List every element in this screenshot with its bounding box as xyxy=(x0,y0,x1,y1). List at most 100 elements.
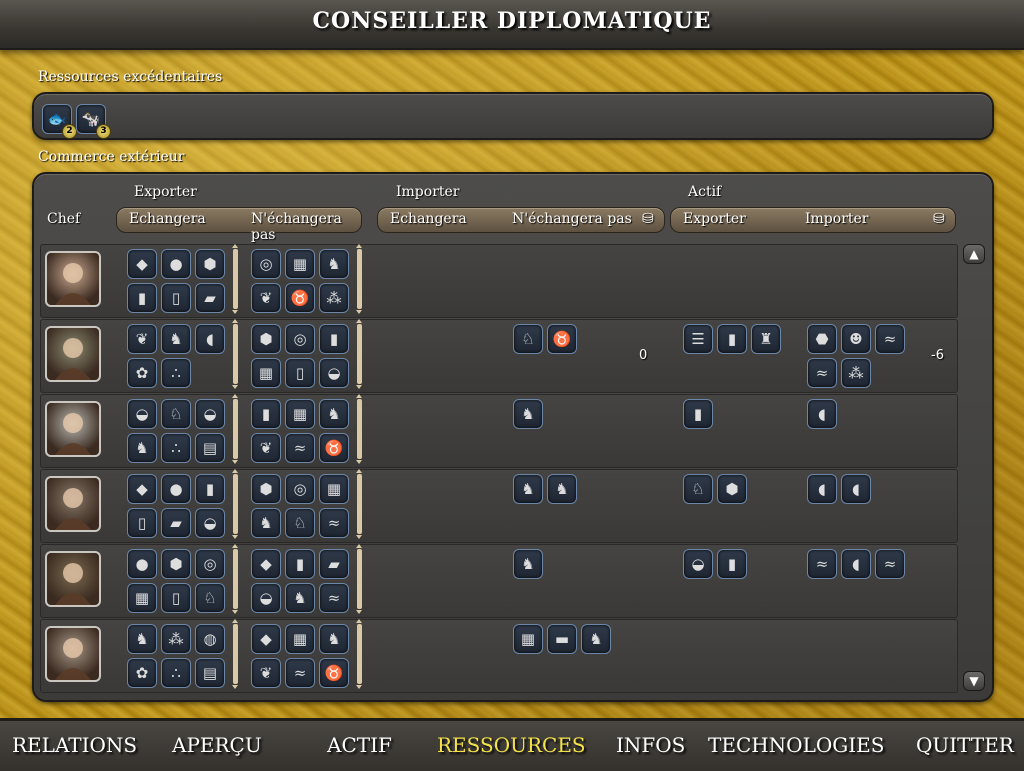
fish-icon[interactable]: 🐟 2 xyxy=(42,104,77,139)
wine-icon[interactable]: ♜ xyxy=(751,324,781,354)
import-column-header[interactable]: Echangera N'échangera pas ⛁ xyxy=(377,207,665,233)
horse-icon[interactable]: ♞ xyxy=(581,624,611,654)
dye-icon[interactable]: ✿ xyxy=(127,658,157,688)
lead-icon[interactable]: ▮ xyxy=(319,324,349,354)
oysters-icon[interactable]: ◒ xyxy=(195,508,225,538)
leader-portrait[interactable] xyxy=(45,551,101,607)
nav-relations[interactable]: RELATIONS xyxy=(12,733,137,757)
iron-icon[interactable]: ⬢ xyxy=(195,249,225,279)
fish-icon[interactable]: ≈ xyxy=(285,658,315,688)
wagon-icon[interactable]: ▦ xyxy=(285,399,315,429)
cattle-icon[interactable]: ♉ xyxy=(319,433,349,463)
oysters-icon[interactable]: ◒ xyxy=(683,549,713,579)
spices-icon[interactable]: ∴ xyxy=(161,658,191,688)
copper-icon[interactable]: ◎ xyxy=(285,324,315,354)
camel-icon[interactable]: ♘ xyxy=(513,324,543,354)
row-scrollbar[interactable] xyxy=(356,319,362,389)
papyrus-icon[interactable]: ▤ xyxy=(195,433,225,463)
coal-icon[interactable]: ◆ xyxy=(127,474,157,504)
export-column-header[interactable]: Echangera N'échangera pas xyxy=(116,207,362,243)
row-scrollbar[interactable] xyxy=(356,544,362,614)
civ-row[interactable]: ❦ ♞ ◖ ✿ ∴ ⬢ ◎ ▮ ▦ ▯ ◒ ♘ ♉ ☰ ▮ ♜ ⬣ ☻ ≈ ≈ ⁂ 0 -6 xyxy=(40,319,958,393)
salt-icon[interactable]: ▯ xyxy=(161,583,191,613)
bread-icon[interactable]: ◖ xyxy=(841,474,871,504)
wagon-icon[interactable]: ▦ xyxy=(251,358,281,388)
horse-icon[interactable]: ♞ xyxy=(513,399,543,429)
trader-icon[interactable]: ☻ xyxy=(841,324,871,354)
nav-apercu[interactable]: APERÇU xyxy=(172,733,262,757)
horse-icon[interactable]: ♞ xyxy=(161,324,191,354)
scroll-icon[interactable]: ☰ xyxy=(683,324,713,354)
salt-icon[interactable]: ▯ xyxy=(161,283,191,313)
coal-icon[interactable]: ◆ xyxy=(251,549,281,579)
herbs-icon[interactable]: ❦ xyxy=(127,324,157,354)
fish-icon[interactable]: ≈ xyxy=(807,358,837,388)
leader-portrait[interactable] xyxy=(45,401,101,457)
scroll-down-button[interactable]: ▼ xyxy=(963,671,985,691)
lead-icon[interactable]: ▮ xyxy=(717,324,747,354)
wheat-icon[interactable]: ⁂ xyxy=(841,358,871,388)
oysters-icon[interactable]: ◒ xyxy=(195,399,225,429)
bread-icon[interactable]: ◖ xyxy=(195,324,225,354)
copper-icon[interactable]: ◎ xyxy=(195,549,225,579)
wagon-icon[interactable]: ▦ xyxy=(319,474,349,504)
nav-ressources[interactable]: RESSOURCES xyxy=(437,733,586,757)
fish-icon[interactable]: ≈ xyxy=(875,324,905,354)
wagon-icon[interactable]: ▦ xyxy=(285,249,315,279)
civ-row[interactable]: ◆ ● ⬢ ▮ ▯ ▰ ◎ ▦ ♞ ❦ ♉ ⁂ xyxy=(40,244,958,318)
cattle-icon[interactable]: ♉ xyxy=(319,658,349,688)
herbs-icon[interactable]: ❦ xyxy=(251,658,281,688)
bread-icon[interactable]: ◖ xyxy=(807,399,837,429)
fish-icon[interactable]: ≈ xyxy=(319,508,349,538)
scroll-up-button[interactable]: ▲ xyxy=(963,244,985,264)
horse-icon[interactable]: ♞ xyxy=(127,433,157,463)
nav-technologies[interactable]: TECHNOLOGIES xyxy=(708,733,884,757)
leader-portrait[interactable] xyxy=(45,326,101,382)
cattle-icon[interactable]: ♉ xyxy=(285,283,315,313)
silver-icon[interactable]: ● xyxy=(161,474,191,504)
lead-icon[interactable]: ▮ xyxy=(717,549,747,579)
oysters-icon[interactable]: ◒ xyxy=(127,399,157,429)
nav-infos[interactable]: INFOS xyxy=(616,733,685,757)
active-column-header[interactable]: Exporter Importer ⛁ xyxy=(670,207,956,233)
row-scrollbar[interactable] xyxy=(356,619,362,689)
horse-icon[interactable]: ♞ xyxy=(319,624,349,654)
row-scrollbar[interactable] xyxy=(356,394,362,464)
marble-icon[interactable]: ▰ xyxy=(195,283,225,313)
civ-row[interactable]: ● ⬢ ◎ ▦ ▯ ♘ ◆ ▮ ▰ ◒ ♞ ≈ ♞ ◒ ▮ ≈ ◖ ≈ xyxy=(40,544,958,618)
iron-icon[interactable]: ⬢ xyxy=(717,474,747,504)
spices-icon[interactable]: ∴ xyxy=(161,358,191,388)
fish-icon[interactable]: ≈ xyxy=(875,549,905,579)
fish-icon[interactable]: ≈ xyxy=(807,549,837,579)
row-scrollbar[interactable] xyxy=(232,469,238,539)
silver-icon[interactable]: ● xyxy=(127,549,157,579)
horse-icon[interactable]: ♞ xyxy=(285,583,315,613)
papyrus-icon[interactable]: ▤ xyxy=(195,658,225,688)
row-scrollbar[interactable] xyxy=(232,319,238,389)
row-scrollbar[interactable] xyxy=(356,469,362,539)
cattle-icon[interactable]: ♉ xyxy=(547,324,577,354)
row-scrollbar[interactable] xyxy=(232,544,238,614)
oysters-icon[interactable]: ◒ xyxy=(319,358,349,388)
horse-icon[interactable]: ♞ xyxy=(513,474,543,504)
spices-icon[interactable]: ∴ xyxy=(161,433,191,463)
nav-actif[interactable]: ACTIF xyxy=(327,733,392,757)
bread-icon[interactable]: ◖ xyxy=(807,474,837,504)
iron-icon[interactable]: ⬢ xyxy=(161,549,191,579)
horse-icon[interactable]: ♞ xyxy=(547,474,577,504)
wagon-icon[interactable]: ▦ xyxy=(127,583,157,613)
lead-icon[interactable]: ▮ xyxy=(127,283,157,313)
camel-icon[interactable]: ♘ xyxy=(285,508,315,538)
fish-icon[interactable]: ≈ xyxy=(319,583,349,613)
marble-icon[interactable]: ▰ xyxy=(161,508,191,538)
leader-portrait[interactable] xyxy=(45,626,101,682)
nav-quitter[interactable]: QUITTER xyxy=(916,733,1014,757)
camel-icon[interactable]: ♘ xyxy=(161,399,191,429)
camel-icon[interactable]: ♘ xyxy=(683,474,713,504)
civ-row[interactable]: ♞ ⁂ ◍ ✿ ∴ ▤ ◆ ▦ ♞ ❦ ≈ ♉ ▦ ▬ ♞ xyxy=(40,619,958,693)
wagon-icon[interactable]: ▦ xyxy=(285,624,315,654)
gold-icon[interactable]: ▬ xyxy=(547,624,577,654)
row-scrollbar[interactable] xyxy=(232,244,238,314)
herbs-icon[interactable]: ❦ xyxy=(251,283,281,313)
horse-icon[interactable]: ♞ xyxy=(319,399,349,429)
